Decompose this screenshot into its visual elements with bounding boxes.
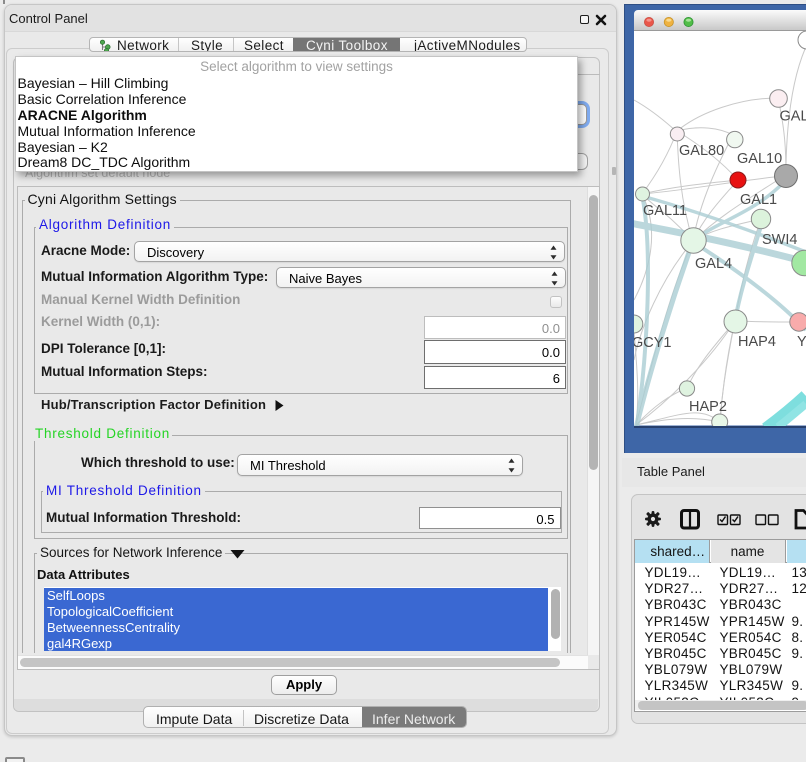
svg-text:Y: Y xyxy=(797,334,806,350)
svg-text:GAL11: GAL11 xyxy=(643,203,687,219)
svg-text:GAL10: GAL10 xyxy=(737,151,782,167)
svg-text:GAL1: GAL1 xyxy=(740,192,777,208)
svg-text:GAL: GAL xyxy=(780,109,806,125)
svg-text:GCY1: GCY1 xyxy=(634,335,672,351)
svg-text:GAL4: GAL4 xyxy=(695,256,732,272)
svg-text:GAL80: GAL80 xyxy=(679,143,724,159)
svg-text:SWI4: SWI4 xyxy=(762,232,797,248)
svg-text:HAP4: HAP4 xyxy=(738,334,776,350)
svg-text:HAP2: HAP2 xyxy=(689,399,727,415)
